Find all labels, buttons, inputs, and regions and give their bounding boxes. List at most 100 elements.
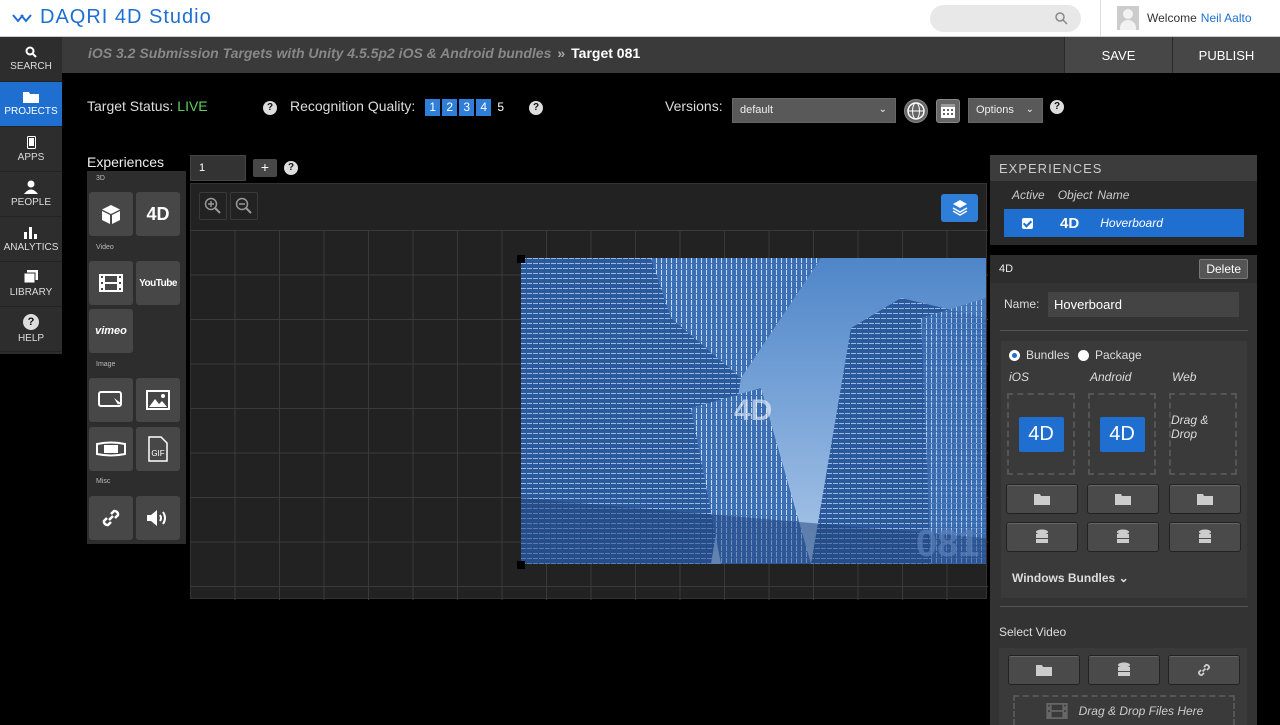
tool-youtube[interactable]: YouTube: [136, 261, 180, 305]
help-icon[interactable]: ?: [263, 101, 277, 115]
versions-value: default: [740, 104, 774, 116]
chevron-down-icon: ⌄: [878, 104, 887, 115]
zoom-out-button[interactable]: [230, 192, 258, 220]
search-input[interactable]: [930, 5, 1081, 32]
database-icon: [1036, 529, 1048, 543]
tool-4d-label: 4D: [146, 203, 170, 224]
tool-vimeo[interactable]: vimeo: [89, 309, 133, 353]
recognition-quality-label: Recognition Quality:: [290, 98, 416, 114]
vimeo-icon: vimeo: [95, 325, 127, 337]
help-icon[interactable]: ?: [529, 101, 543, 115]
name-input[interactable]: Hoverboard: [1048, 292, 1239, 317]
save-button[interactable]: SAVE: [1064, 37, 1172, 73]
top-bar: DAQRI 4D Studio Welcome Neil Aalto: [0, 0, 1280, 37]
folder-icon: [1034, 494, 1050, 505]
video-link-button[interactable]: [1168, 655, 1240, 685]
nav-label: HELP: [17, 333, 45, 344]
avatar[interactable]: [1117, 6, 1139, 30]
breadcrumb-project-link[interactable]: iOS 3.2 Submission Targets with Unity 4.…: [88, 45, 551, 61]
publish-button[interactable]: PUBLISH: [1172, 37, 1280, 73]
versions-select[interactable]: default ⌄: [732, 98, 896, 123]
database-icon: [1117, 529, 1129, 543]
nav-analytics[interactable]: ANALYTICS: [0, 217, 62, 262]
android-open-folder-button[interactable]: [1087, 484, 1159, 514]
nav-apps[interactable]: APPS: [0, 127, 62, 172]
logo-text: DAQRI 4D Studio: [40, 6, 212, 28]
library-icon: [23, 270, 38, 284]
android-library-button[interactable]: [1087, 522, 1159, 552]
video-open-folder-button[interactable]: [1008, 655, 1080, 685]
active-checkbox[interactable]: [1022, 217, 1033, 229]
video-dropzone[interactable]: Drag & Drop Files Here: [1013, 695, 1235, 725]
bundles-radio[interactable]: Bundles: [1009, 348, 1069, 362]
nav-help[interactable]: ? HELP: [0, 307, 62, 352]
web-open-folder-button[interactable]: [1169, 484, 1241, 514]
add-page-button[interactable]: +: [253, 159, 277, 177]
layers-button[interactable]: [941, 194, 978, 222]
ios-bundle-dropzone[interactable]: 4D: [1007, 393, 1075, 475]
android-bundle-dropzone[interactable]: 4D: [1088, 393, 1156, 475]
folder-icon: [23, 92, 39, 103]
breadcrumb-bar: iOS 3.2 Submission Targets with Unity 4.…: [62, 37, 1280, 73]
options-select[interactable]: Options ⌄: [968, 98, 1043, 123]
ios-4d-badge: 4D: [1018, 416, 1064, 452]
tool-image-hotspot[interactable]: [89, 378, 133, 422]
platform-android: Android: [1090, 370, 1132, 384]
resize-handle[interactable]: [517, 561, 525, 569]
globe-button[interactable]: [904, 99, 928, 123]
resize-handle[interactable]: [517, 255, 525, 263]
nav-search[interactable]: SEARCH: [0, 37, 62, 82]
tool-link[interactable]: [89, 496, 133, 540]
tool-3d-object[interactable]: [89, 192, 133, 236]
film-icon: [99, 274, 123, 292]
section-label-3d: 3D: [96, 175, 105, 182]
target-status-value: LIVE: [177, 98, 208, 114]
zoom-in-button[interactable]: [199, 192, 227, 220]
target-status-label: Target Status:: [87, 98, 174, 114]
experiences-title: Experiences: [87, 154, 165, 170]
tool-4d[interactable]: 4D: [136, 192, 180, 236]
tool-panorama[interactable]: [89, 427, 133, 471]
chevron-down-icon: ⌄: [1025, 104, 1034, 115]
experiences-list-panel: EXPERIENCES Active Object Name 4D Hoverb…: [990, 155, 1257, 245]
page-number-input[interactable]: 1: [190, 155, 246, 181]
calendar-button[interactable]: [936, 99, 960, 123]
delete-button[interactable]: Delete: [1199, 259, 1248, 279]
calendar-icon: [941, 104, 955, 118]
tool-audio[interactable]: [136, 496, 180, 540]
windows-bundles-toggle[interactable]: Windows Bundles ⌄: [1012, 571, 1129, 585]
section-label-image: Image: [96, 361, 116, 368]
row-name: Hoverboard: [1100, 216, 1163, 230]
ios-library-button[interactable]: [1006, 522, 1078, 552]
nav-label: PEOPLE: [10, 197, 52, 208]
picture-icon: [146, 390, 170, 410]
nav-library[interactable]: LIBRARY: [0, 262, 62, 307]
tool-video[interactable]: [89, 261, 133, 305]
welcome-prefix: Welcome: [1147, 11, 1197, 25]
radio-selected: [1009, 350, 1020, 362]
target-image[interactable]: 081 4D: [521, 258, 986, 564]
ios-open-folder-button[interactable]: [1006, 484, 1078, 514]
chevron-down-icon: ⌄: [1118, 571, 1129, 585]
search-icon: [25, 46, 37, 58]
help-icon[interactable]: ?: [284, 161, 298, 175]
tool-image[interactable]: [136, 378, 180, 422]
android-4d-badge: 4D: [1099, 416, 1145, 452]
column-object: Object: [1057, 188, 1093, 202]
user-name-link[interactable]: Neil Aalto: [1201, 11, 1252, 25]
web-library-button[interactable]: [1169, 522, 1241, 552]
cube-icon: [102, 205, 120, 224]
experiences-list-columns: Active Object Name: [990, 181, 1257, 202]
app-logo[interactable]: DAQRI 4D Studio: [12, 6, 212, 29]
person-icon: [24, 180, 38, 194]
tool-gif[interactable]: GIF: [136, 427, 180, 471]
radio-unselected: [1078, 350, 1089, 362]
experience-row[interactable]: 4D Hoverboard: [1004, 209, 1244, 237]
nav-people[interactable]: PEOPLE: [0, 172, 62, 217]
package-radio[interactable]: Package: [1078, 348, 1142, 362]
help-icon[interactable]: ?: [1050, 100, 1064, 114]
divider: [1000, 606, 1248, 607]
web-bundle-dropzone[interactable]: Drag & Drop: [1169, 393, 1237, 475]
video-library-button[interactable]: [1088, 655, 1160, 685]
nav-projects[interactable]: PROJECTS: [0, 82, 62, 127]
